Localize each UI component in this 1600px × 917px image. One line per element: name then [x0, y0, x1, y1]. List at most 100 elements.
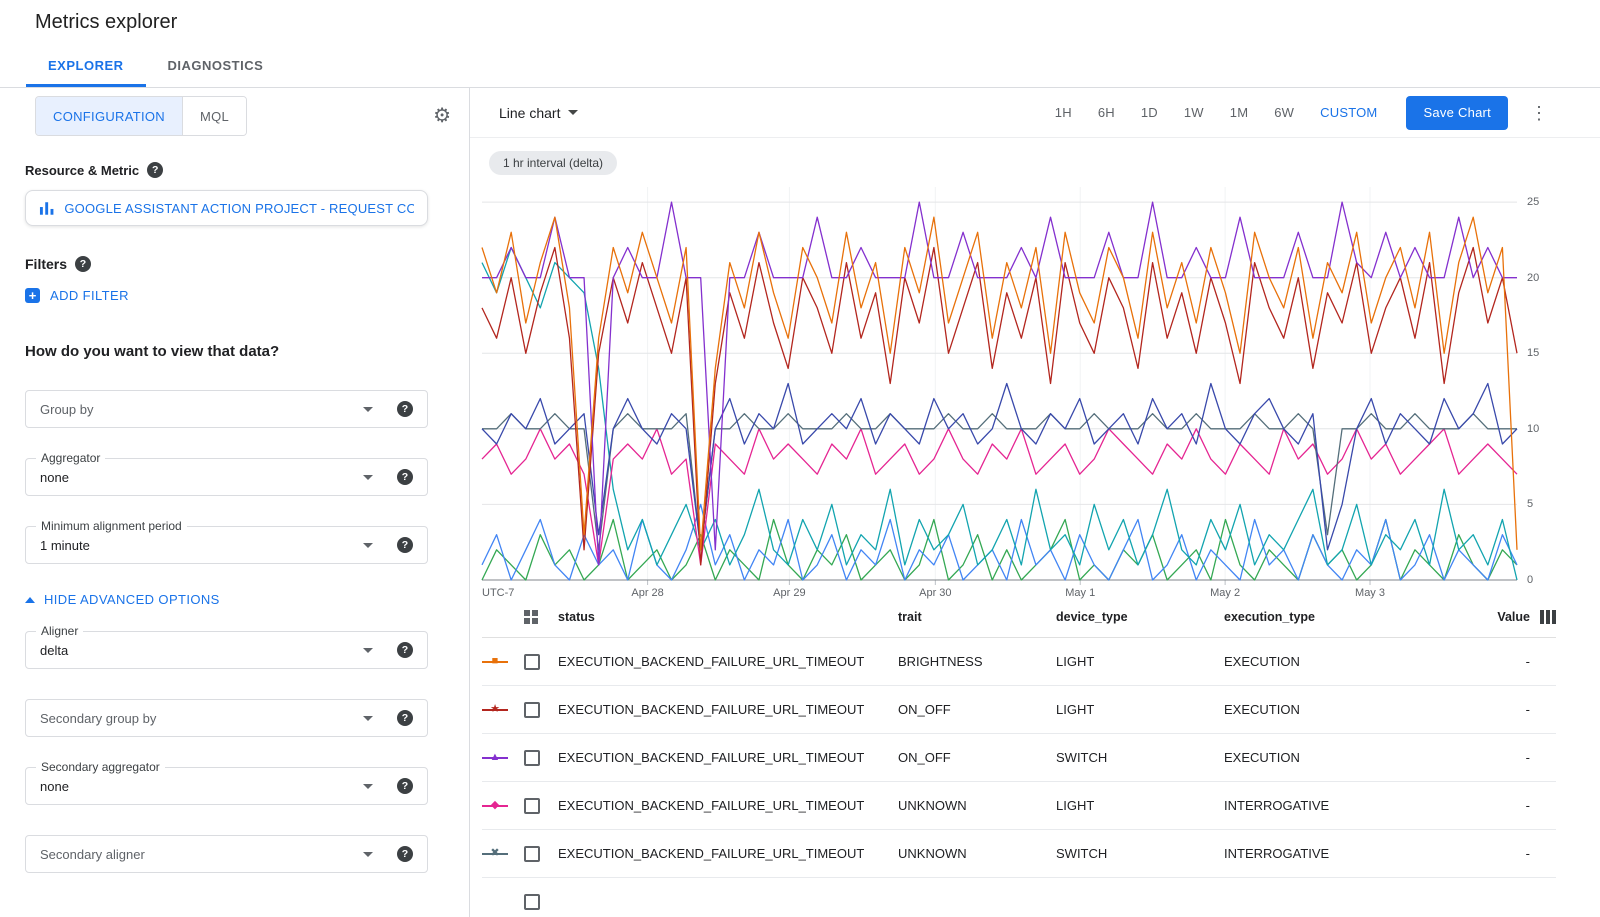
- selected-metric-button[interactable]: GOOGLE ASSISTANT ACTION PROJECT - REQUES…: [25, 190, 428, 226]
- column-settings-icon[interactable]: [1530, 610, 1556, 624]
- chevron-down-icon: [363, 852, 373, 857]
- secondary-aligner-select[interactable]: Secondary aligner: [25, 835, 428, 873]
- y-axis-tick-label: 20: [1527, 272, 1539, 284]
- chevron-down-icon: [363, 407, 373, 412]
- add-filter-button[interactable]: ADD FILTER: [25, 288, 129, 303]
- chevron-up-icon: [25, 597, 35, 603]
- line-chart-plot: 0510152025: [482, 187, 1517, 580]
- page-header: Metrics explorer: [0, 0, 1600, 44]
- header-trait: trait: [898, 610, 1056, 624]
- row-checkbox[interactable]: [524, 798, 540, 814]
- timezone-label: UTC-7: [482, 587, 514, 599]
- row-checkbox[interactable]: [524, 894, 540, 910]
- mode-toggle-row: CONFIGURATION MQL: [25, 96, 469, 136]
- content-area: CONFIGURATION MQL Resource & Metric GOOG…: [0, 88, 1600, 917]
- cell-value: -: [1474, 702, 1530, 717]
- time-range-custom-button[interactable]: CUSTOM: [1307, 105, 1390, 120]
- time-range-1w-button[interactable]: 1W: [1171, 105, 1217, 120]
- mql-toggle-label: MQL: [200, 109, 229, 124]
- chart-canvas: [482, 187, 1517, 580]
- aligner-select[interactable]: Aligner delta: [25, 631, 428, 669]
- configuration-toggle[interactable]: CONFIGURATION: [36, 97, 182, 135]
- add-filter-label: ADD FILTER: [50, 288, 129, 303]
- secondary-aligner-placeholder: Secondary aligner: [40, 847, 145, 862]
- legend-toggle-icon[interactable]: [524, 610, 558, 624]
- filters-label: Filters: [25, 256, 67, 272]
- time-range-1m-button[interactable]: 1M: [1217, 105, 1261, 120]
- x-axis-tick-label: Apr 28: [631, 587, 663, 599]
- cell-execution-type: EXECUTION: [1224, 702, 1474, 717]
- help-icon[interactable]: [147, 162, 163, 178]
- aligner-value: delta: [40, 643, 68, 658]
- bar-chart-icon: [39, 201, 54, 215]
- aggregator-select[interactable]: Aggregator none: [25, 458, 428, 496]
- configuration-toggle-label: CONFIGURATION: [53, 109, 165, 124]
- row-checkbox[interactable]: [524, 846, 540, 862]
- cell-device-type: SWITCH: [1056, 750, 1224, 765]
- time-range-1h-button[interactable]: 1H: [1042, 105, 1085, 120]
- cell-execution-type: EXECUTION: [1224, 750, 1474, 765]
- chevron-down-icon: [363, 716, 373, 721]
- cell-trait: UNKNOWN: [898, 798, 1056, 813]
- row-checkbox[interactable]: [524, 654, 540, 670]
- table-row: ★ EXECUTION_BACKEND_FAILURE_URL_TIMEOUT …: [482, 686, 1556, 734]
- aggregator-value: none: [40, 470, 69, 485]
- resource-metric-row: Resource & Metric: [25, 162, 469, 178]
- row-checkbox[interactable]: [524, 702, 540, 718]
- header-execution-type: execution_type: [1224, 610, 1474, 624]
- y-axis-tick-label: 25: [1527, 196, 1539, 208]
- header-value: Value: [1474, 610, 1530, 624]
- overflow-menu-icon[interactable]: [1530, 104, 1548, 122]
- cell-device-type: SWITCH: [1056, 846, 1224, 861]
- secondary-group-by-select[interactable]: Secondary group by: [25, 699, 428, 737]
- cell-status: EXECUTION_BACKEND_FAILURE_URL_TIMEOUT: [558, 702, 898, 717]
- time-range-6h-button[interactable]: 6H: [1085, 105, 1128, 120]
- group-by-select[interactable]: Group by: [25, 390, 428, 428]
- help-icon[interactable]: [397, 469, 413, 485]
- help-icon[interactable]: [397, 401, 413, 417]
- help-icon[interactable]: [397, 710, 413, 726]
- chevron-down-icon: [363, 475, 373, 480]
- secondary-aggregator-select[interactable]: Secondary aggregator none: [25, 767, 428, 805]
- cell-status: EXECUTION_BACKEND_FAILURE_URL_TIMEOUT: [558, 750, 898, 765]
- time-range-6w-button[interactable]: 6W: [1261, 105, 1307, 120]
- top-tabbar: EXPLORER DIAGNOSTICS: [0, 44, 1600, 88]
- cell-status: EXECUTION_BACKEND_FAILURE_URL_TIMEOUT: [558, 846, 898, 861]
- hide-advanced-options-button[interactable]: HIDE ADVANCED OPTIONS: [25, 592, 220, 607]
- save-chart-button[interactable]: Save Chart: [1406, 96, 1508, 130]
- table-row: ◆ EXECUTION_BACKEND_FAILURE_URL_TIMEOUT …: [482, 782, 1556, 830]
- min-alignment-period-select[interactable]: Minimum alignment period 1 minute: [25, 526, 428, 564]
- chart-type-select[interactable]: Line chart: [499, 105, 578, 121]
- cell-value: -: [1474, 846, 1530, 861]
- tab-explorer[interactable]: EXPLORER: [26, 44, 146, 87]
- cell-device-type: LIGHT: [1056, 702, 1224, 717]
- mql-toggle[interactable]: MQL: [182, 97, 246, 135]
- cell-trait: ON_OFF: [898, 702, 1056, 717]
- y-axis-tick-label: 5: [1527, 498, 1533, 510]
- cell-status: EXECUTION_BACKEND_FAILURE_URL_TIMEOUT: [558, 654, 898, 669]
- time-range-1d-button[interactable]: 1D: [1128, 105, 1171, 120]
- tab-diagnostics-label: DIAGNOSTICS: [168, 58, 264, 73]
- help-icon[interactable]: [397, 846, 413, 862]
- min-alignment-period-value: 1 minute: [40, 538, 90, 553]
- resource-metric-label: Resource & Metric: [25, 163, 139, 178]
- cell-execution-type: INTERROGATIVE: [1224, 798, 1474, 813]
- series-marker-icon: ◆: [482, 799, 508, 813]
- help-icon[interactable]: [397, 642, 413, 658]
- y-axis-tick-label: 10: [1527, 423, 1539, 435]
- row-checkbox[interactable]: [524, 750, 540, 766]
- secondary-aggregator-value: none: [40, 779, 69, 794]
- table-row: ▲ EXECUTION_BACKEND_FAILURE_URL_TIMEOUT …: [482, 734, 1556, 782]
- tab-diagnostics[interactable]: DIAGNOSTICS: [146, 44, 286, 87]
- cell-status: EXECUTION_BACKEND_FAILURE_URL_TIMEOUT: [558, 798, 898, 813]
- x-axis-tick-label: May 3: [1355, 587, 1385, 599]
- x-axis-tick-label: May 2: [1210, 587, 1240, 599]
- help-icon[interactable]: [75, 256, 91, 272]
- chart-type-value: Line chart: [499, 105, 560, 121]
- selected-metric-label: GOOGLE ASSISTANT ACTION PROJECT - REQUES…: [64, 201, 414, 216]
- x-axis-tick-label: Apr 29: [773, 587, 805, 599]
- help-icon[interactable]: [397, 537, 413, 553]
- tab-explorer-label: EXPLORER: [48, 58, 124, 73]
- settings-gear-icon[interactable]: [433, 106, 451, 126]
- help-icon[interactable]: [397, 778, 413, 794]
